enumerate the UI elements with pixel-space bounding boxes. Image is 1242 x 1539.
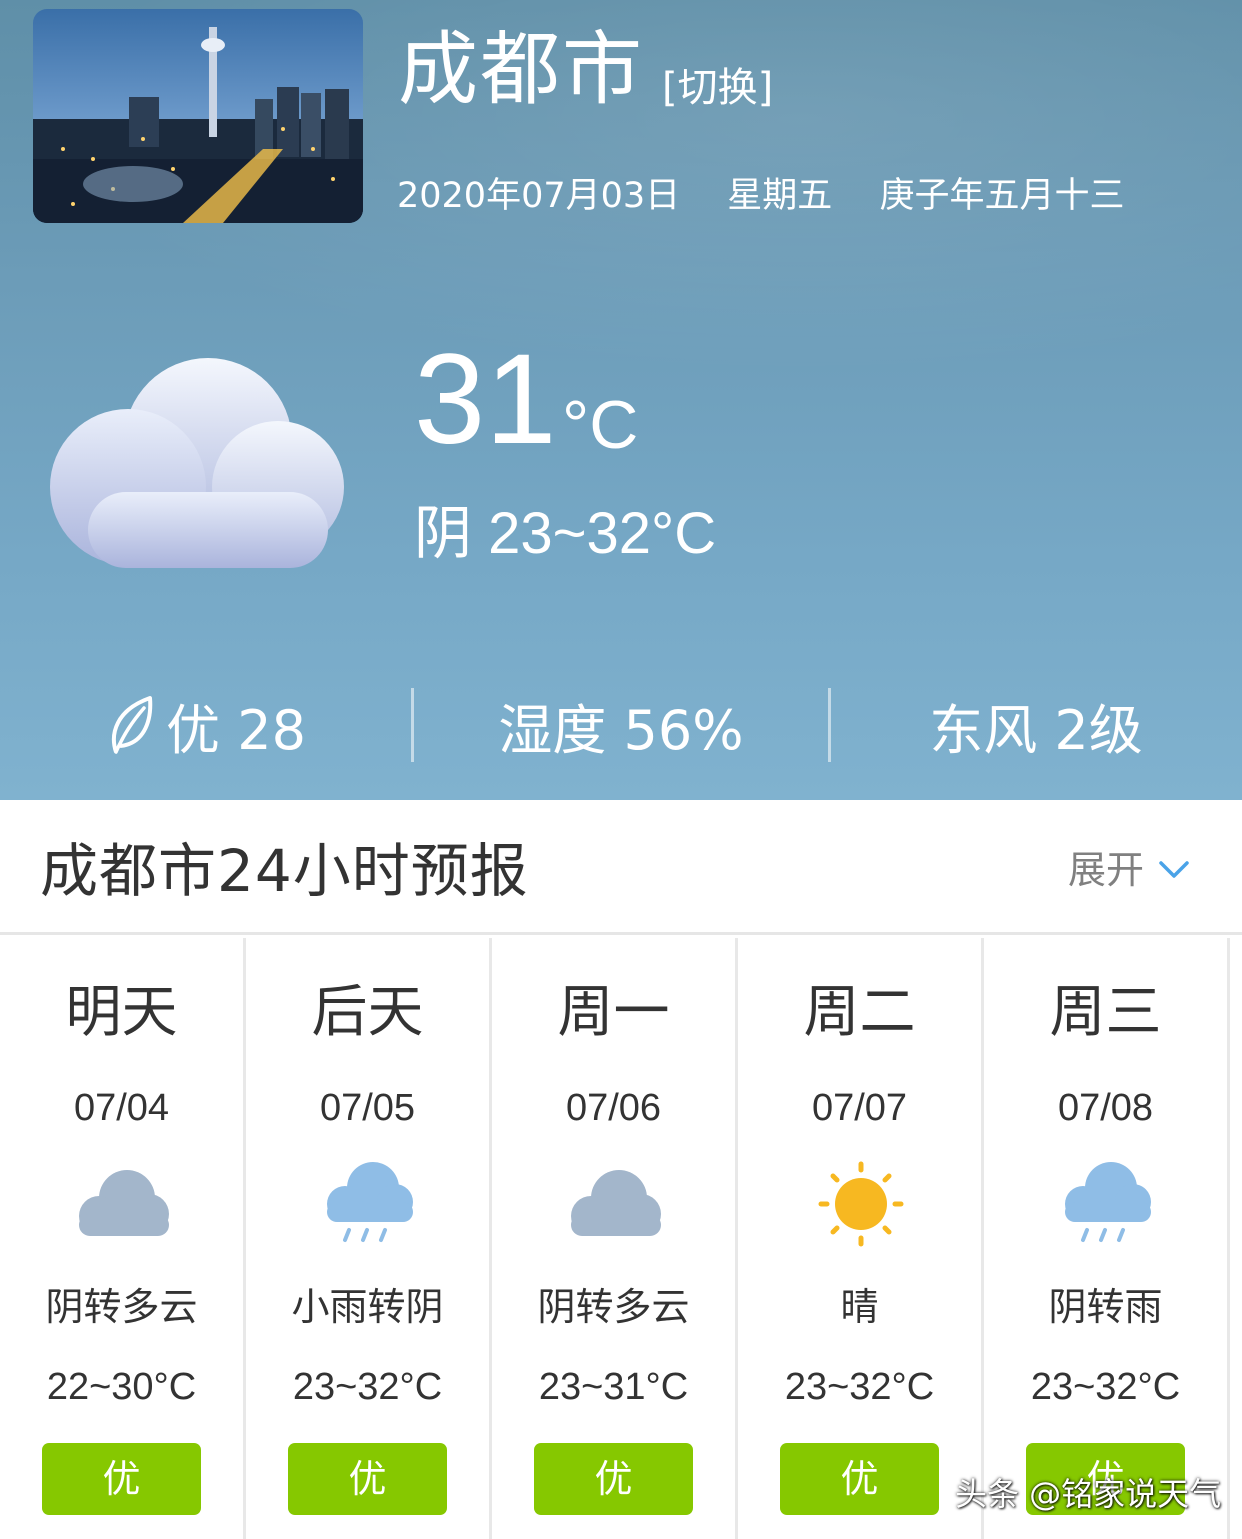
stats-row: 优 28 湿度 56% 东风 2级: [0, 680, 1242, 770]
leaf-icon: [112, 696, 153, 754]
cloudy-icon: [555, 1160, 675, 1250]
city-name: 成都市: [398, 23, 644, 116]
day-date: 07/08: [1057, 1087, 1154, 1129]
expand-label: 展开: [1068, 848, 1145, 892]
day-temperature-range: 23~32°C: [292, 1366, 443, 1408]
aqi-badge: 优: [780, 1443, 939, 1515]
day-condition: 小雨转阴: [291, 1285, 444, 1329]
forecast-title: 成都市24小时预报: [40, 837, 529, 905]
weekday: 星期五: [727, 176, 833, 216]
aqi-badge: 优: [42, 1443, 201, 1515]
wind: 东风 2级: [929, 698, 1143, 762]
day-temperature-range: 23~32°C: [1030, 1366, 1181, 1408]
lunar-date: 庚子年五月十三: [879, 176, 1125, 216]
day-name: 周二: [803, 980, 916, 1045]
cloud-icon: [48, 352, 348, 572]
day-condition: 阴转多云: [537, 1285, 690, 1329]
switch-city-link[interactable]: [切换]: [662, 62, 773, 114]
rain-icon: [309, 1160, 429, 1250]
forecast-day[interactable]: 周二 07/07 晴 23~32°C 优: [738, 938, 984, 1539]
expand-button[interactable]: 展开: [1068, 848, 1190, 892]
day-name: 明天: [65, 980, 178, 1045]
day-temperature-range: 23~32°C: [784, 1366, 935, 1408]
temperature-unit: °C: [562, 387, 639, 463]
day-name: 后天: [311, 980, 424, 1045]
watermark: 头条 @铭家说天气: [955, 1475, 1222, 1513]
air-quality: 优 28: [0, 680, 412, 770]
day-date: 07/07: [811, 1087, 908, 1129]
day-name: 周一: [557, 980, 670, 1045]
rain-icon: [1047, 1160, 1167, 1250]
gregorian-date: 2020年07月03日: [397, 176, 681, 216]
aqi-badge: 优: [288, 1443, 447, 1515]
aqi-badge: 优: [534, 1443, 693, 1515]
chevron-down-icon: [1159, 861, 1189, 878]
day-date: 07/04: [73, 1087, 170, 1129]
cloudy-icon: [63, 1160, 183, 1250]
current-temperature: 31: [414, 328, 557, 471]
condition-range: 阴 23~32°C: [414, 501, 717, 566]
forecast-day[interactable]: 后天 07/05 小雨转阴 23~32°C 优: [246, 938, 492, 1539]
date-line: 2020年07月03日 星期五 庚子年五月十三: [397, 174, 1124, 218]
day-condition: 晴: [840, 1285, 879, 1329]
day-condition: 阴转多云: [45, 1285, 198, 1329]
forecast-day[interactable]: 周三 07/08 阴转雨 23~32°C 优: [984, 938, 1230, 1539]
forecast-day[interactable]: 明天 07/04 阴转多云 22~30°C 优: [0, 938, 246, 1539]
current-weather-panel: 成都市 [切换] 2020年07月03日 星期五 庚子年五月十三 31 °C 阴…: [0, 0, 1242, 800]
day-temperature-range: 23~31°C: [538, 1366, 689, 1408]
forecast-header: 成都市24小时预报 展开: [0, 800, 1242, 935]
humidity: 湿度 56%: [498, 698, 744, 762]
sun-icon: [801, 1160, 921, 1250]
aqi-value: 优 28: [166, 698, 306, 762]
forecast-day[interactable]: 周一 07/06 阴转多云 23~31°C 优: [492, 938, 738, 1539]
day-date: 07/05: [319, 1087, 416, 1129]
day-temperature-range: 22~30°C: [46, 1366, 197, 1408]
daily-forecast-list: 明天 07/04 阴转多云 22~30°C 优 后天 07/05 小雨转阴 23…: [0, 938, 1242, 1539]
day-name: 周三: [1049, 980, 1162, 1045]
day-date: 07/06: [565, 1087, 662, 1129]
city-photo: [33, 9, 363, 223]
day-condition: 阴转雨: [1048, 1285, 1163, 1329]
